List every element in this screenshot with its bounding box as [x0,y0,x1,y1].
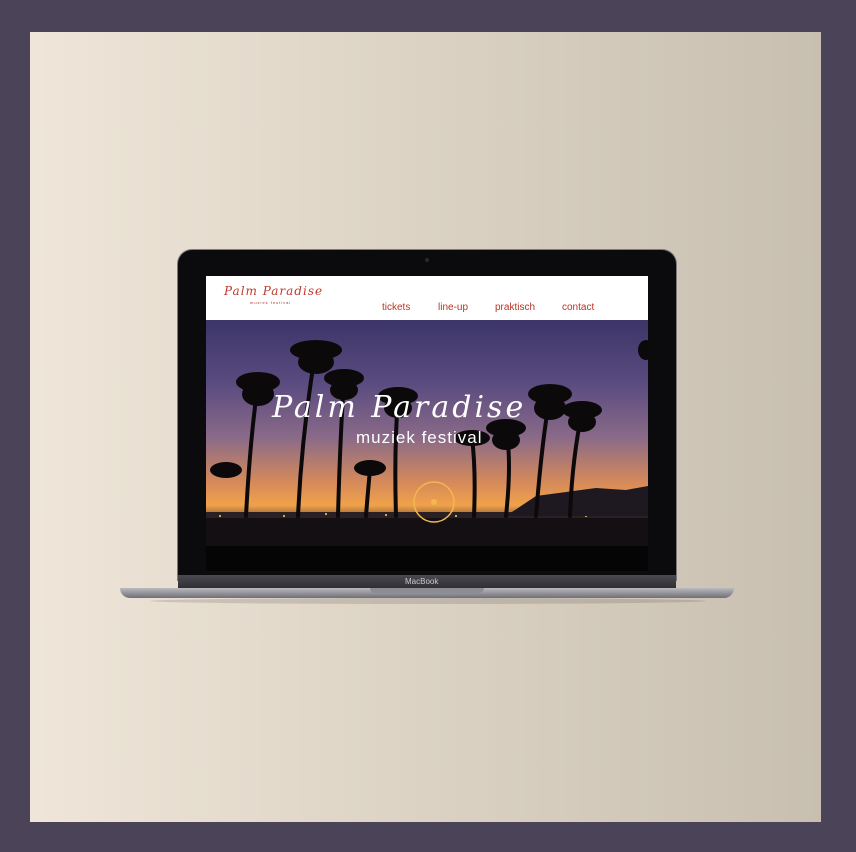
camera-icon [425,258,429,262]
site-logo-tagline: muziek festival [250,300,292,305]
hero-title: Palm Paradise [272,390,527,425]
laptop-shadow [150,598,706,604]
nav-praktisch[interactable]: praktisch [495,302,535,313]
site-logo[interactable]: Palm Paradise [224,284,323,298]
nav-contact[interactable]: contact [562,302,594,313]
nav-tickets[interactable]: tickets [382,302,410,313]
hero-subtitle: muziek festival [356,428,483,447]
device-brand-label: MacBook [405,577,439,586]
site-header: Palm Paradise muziek festival tickets li… [206,276,648,320]
laptop-opening-notch [370,588,484,593]
nav-line-up[interactable]: line-up [438,302,468,313]
screen-bottom-bezel [206,546,648,571]
hero-banner: Palm Paradise muziek festival [206,320,648,546]
laptop-screen: Palm Paradise muziek festival tickets li… [206,276,648,571]
